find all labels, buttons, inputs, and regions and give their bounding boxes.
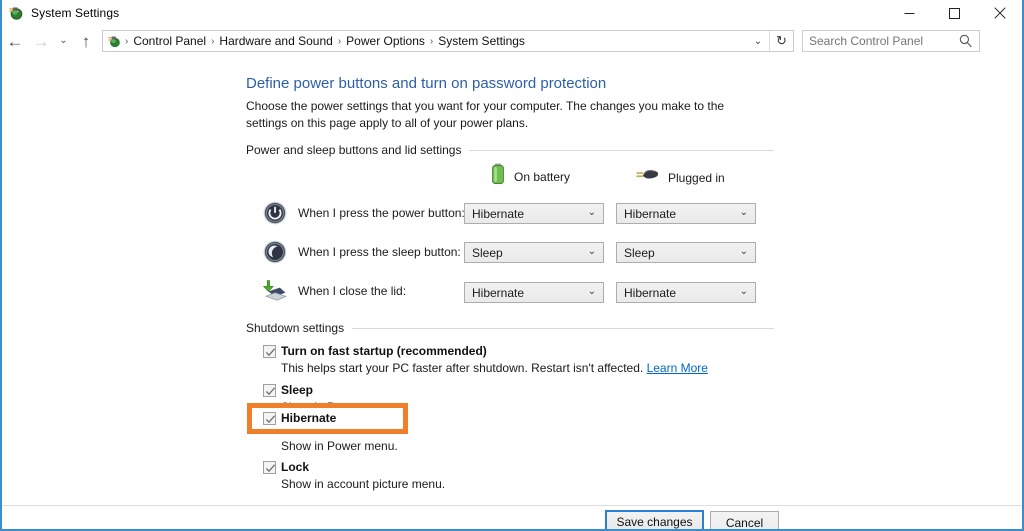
breadcrumb-hardware-and-sound[interactable]: Hardware and Sound <box>215 34 336 48</box>
section-power-label: Power and sleep buttons and lid settings <box>246 143 462 157</box>
address-dropdown-chevron-icon[interactable]: ⌄ <box>747 31 769 51</box>
section-divider <box>352 327 774 329</box>
laptop-lid-icon <box>262 278 288 304</box>
column-header-on-battery: On battery <box>490 162 570 191</box>
breadcrumb-control-panel[interactable]: Control Panel <box>129 34 210 48</box>
row-label-close-lid: When I close the lid: <box>298 284 407 298</box>
caption-button-group <box>887 0 1022 26</box>
maximize-button[interactable] <box>932 0 977 26</box>
checkbox-label-fast-startup: Turn on fast startup (recommended) <box>281 344 487 358</box>
checkbox-sleep[interactable] <box>263 384 276 397</box>
chevron-down-icon: ⌄ <box>587 246 596 257</box>
column-label-plugged-in: Plugged in <box>668 170 725 185</box>
footer-button-bar: Save changes Cancel <box>2 506 1022 529</box>
recent-locations-chevron-icon[interactable]: ⌄ <box>54 26 73 56</box>
checkbox-lock[interactable] <box>263 461 276 474</box>
cancel-button[interactable]: Cancel <box>710 511 779 529</box>
column-label-on-battery: On battery <box>514 169 571 184</box>
combo-close-lid-on-battery[interactable]: Hibernate ⌄ <box>464 282 604 303</box>
column-header-plugged-in: Plugged in <box>634 166 725 189</box>
breadcrumb-system-settings[interactable]: System Settings <box>434 34 529 48</box>
chevron-down-icon: ⌄ <box>739 207 748 218</box>
checkbox-description-lock: Show in account picture menu. <box>281 477 446 491</box>
power-plug-icon <box>634 166 660 189</box>
row-power-button: When I press the power button: <box>262 200 465 226</box>
chevron-down-icon: ⌄ <box>587 286 596 297</box>
learn-more-link[interactable]: Learn More <box>647 361 708 375</box>
address-bar-controls: ⌄ ↻ <box>747 31 793 51</box>
section-divider <box>469 149 774 151</box>
combo-sleep-button-plugged-in[interactable]: Sleep ⌄ <box>616 242 756 263</box>
combo-value-lid-plugged: Hibernate <box>624 285 677 300</box>
forward-arrow-icon: → <box>32 31 50 51</box>
row-label-sleep-button: When I press the sleep button: <box>298 245 461 259</box>
breadcrumb-power-options[interactable]: Power Options <box>342 34 429 48</box>
chevron-down-icon: ⌄ <box>739 286 748 297</box>
search-box[interactable] <box>802 30 980 52</box>
chevron-down-icon: ⌄ <box>739 246 748 257</box>
combo-power-button-on-battery[interactable]: Hibernate ⌄ <box>464 203 604 224</box>
checkbox-label-sleep: Sleep <box>281 383 314 397</box>
control-panel-icon <box>107 34 122 49</box>
checkbox-row-fast-startup[interactable]: Turn on fast startup (recommended) <box>263 344 487 358</box>
back-arrow-icon[interactable]: ← <box>2 26 28 56</box>
checkbox-row-lock[interactable]: Lock <box>263 460 309 474</box>
checkbox-row-hibernate[interactable]: Hibernate <box>263 411 336 425</box>
row-sleep-button: When I press the sleep button: <box>262 239 461 265</box>
content-area: Define power buttons and turn on passwor… <box>2 56 1022 505</box>
sleep-button-icon <box>262 239 288 265</box>
checkbox-description-fast-startup: This helps start your PC faster after sh… <box>281 361 708 375</box>
up-arrow-icon[interactable]: ↑ <box>73 26 99 56</box>
combo-power-button-plugged-in[interactable]: Hibernate ⌄ <box>616 203 756 224</box>
checkbox-fast-startup[interactable] <box>263 345 276 358</box>
row-close-lid: When I close the lid: <box>262 278 406 304</box>
search-input[interactable] <box>803 33 953 49</box>
combo-close-lid-plugged-in[interactable]: Hibernate ⌄ <box>616 282 756 303</box>
checkbox-label-lock: Lock <box>281 460 310 474</box>
address-bar[interactable]: › Control Panel › Hardware and Sound › P… <box>102 30 794 52</box>
combo-sleep-button-on-battery[interactable]: Sleep ⌄ <box>464 242 604 263</box>
navigation-bar: ← → ⌄ ↑ › Control Panel › Hardware and S… <box>2 26 1022 56</box>
checkbox-description-hibernate: Show in Power menu. <box>281 439 398 453</box>
row-label-power-button: When I press the power button: <box>298 206 465 220</box>
section-shutdown-label: Shutdown settings <box>246 321 345 335</box>
page-description: Choose the power settings that you want … <box>246 99 725 130</box>
battery-icon <box>490 162 506 191</box>
combo-value-lid-battery: Hibernate <box>472 285 525 300</box>
window-title: System Settings <box>31 6 120 20</box>
combo-value-power-battery: Hibernate <box>472 206 525 221</box>
minimize-button[interactable] <box>887 0 932 26</box>
checkbox-row-sleep[interactable]: Sleep <box>263 383 313 397</box>
page-title: Define power buttons and turn on passwor… <box>246 75 607 92</box>
combo-value-power-plugged: Hibernate <box>624 206 677 221</box>
fast-startup-description-text: This helps start your PC faster after sh… <box>281 361 644 375</box>
checkbox-hibernate[interactable] <box>263 412 276 425</box>
section-shutdown: Shutdown settings <box>246 321 774 335</box>
save-changes-button[interactable]: Save changes <box>605 510 704 529</box>
combo-value-sleep-plugged: Sleep <box>624 245 655 260</box>
combo-value-sleep-battery: Sleep <box>472 245 503 260</box>
search-icon <box>958 33 974 49</box>
power-options-icon <box>8 5 24 21</box>
close-button[interactable] <box>977 0 1022 26</box>
system-settings-window: System Settings ← → ⌄ ↑ › Control Panel … <box>0 0 1024 531</box>
refresh-icon[interactable]: ↻ <box>769 31 793 51</box>
title-bar: System Settings <box>2 0 1022 26</box>
section-power-and-sleep: Power and sleep buttons and lid settings <box>246 143 774 157</box>
power-button-icon <box>262 200 288 226</box>
chevron-down-icon: ⌄ <box>587 207 596 218</box>
checkbox-label-hibernate: Hibernate <box>281 411 337 425</box>
